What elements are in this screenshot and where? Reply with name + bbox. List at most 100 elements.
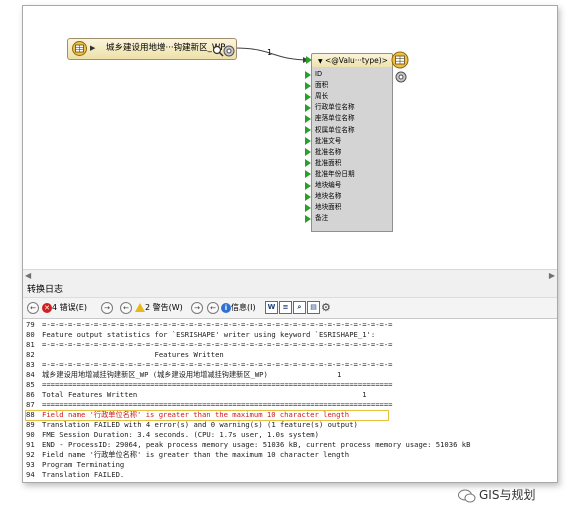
warning-icon	[135, 303, 145, 312]
gear-icon[interactable]	[223, 42, 235, 61]
warnings-filter-button[interactable]: 2 警告(W)	[135, 301, 183, 315]
writer-input-port[interactable]	[306, 56, 312, 64]
find-button[interactable]: ⌕	[293, 301, 306, 315]
scroll-left-icon[interactable]: ◀	[25, 271, 31, 280]
log-line-text: Program Terminating	[42, 460, 125, 469]
log-line: 91 END - ProcessID: 29064, peak process m…	[23, 440, 557, 450]
expand-toggle-icon[interactable]: ▶	[90, 44, 95, 52]
next-error-button[interactable]: →	[101, 301, 113, 315]
attribute-label: 地块面积	[315, 203, 342, 212]
chat-bubble-icon	[458, 489, 476, 503]
watermark-text: GIS与规划	[479, 488, 536, 502]
log-line-number: 91	[26, 440, 35, 449]
log-line-text: Field name '行政单位名称' is greater than the …	[42, 450, 350, 459]
log-line-text: END - ProcessID: 29064, peak process mem…	[42, 440, 471, 449]
info-icon: i	[221, 302, 231, 313]
attribute-label: 行政单位名称	[315, 103, 355, 112]
attribute-port[interactable]	[305, 214, 311, 223]
attribute-label: 备注	[315, 214, 329, 223]
log-line: 83 =-=-=-=-=-=-=-=-=-=-=-=-=-=-=-=-=-=-=-…	[23, 360, 557, 370]
attribute-label: 地块名称	[315, 192, 342, 201]
arrow-right-icon: →	[191, 301, 203, 314]
attribute-port[interactable]	[305, 192, 311, 201]
errors-filter-button[interactable]: ✕ 4 错误(E)	[42, 301, 87, 315]
fme-workbench-window: ▶ 城乡建设用地增···钩建新区_WP 1 ▼ <@Valu···type)> …	[22, 5, 558, 483]
scroll-right-icon[interactable]: ▶	[549, 271, 555, 280]
log-output[interactable]: 79 =-=-=-=-=-=-=-=-=-=-=-=-=-=-=-=-=-=-=-…	[23, 319, 557, 482]
arrow-left-icon: ←	[207, 301, 219, 314]
log-line-text: FME Session Duration: 3.4 seconds. (CPU:…	[42, 430, 319, 439]
attribute-port[interactable]	[305, 114, 311, 123]
attribute-port[interactable]	[305, 170, 311, 179]
log-line-number: 82	[26, 350, 35, 359]
log-line: 86 Total Features Written 1	[23, 390, 557, 400]
log-line-number: 84	[26, 370, 35, 379]
log-line: 85 ======================================…	[23, 380, 557, 390]
attribute-port[interactable]	[305, 203, 311, 212]
reader-node[interactable]: ▶ 城乡建设用地增···钩建新区_WP	[67, 38, 237, 60]
attribute-label: 权属单位名称	[315, 125, 355, 134]
prev-error-button[interactable]: ←	[27, 301, 39, 315]
log-line: 92 Field name '行政单位名称' is greater than th…	[23, 450, 557, 460]
attribute-port[interactable]	[305, 137, 311, 146]
prev-warning-button[interactable]: ←	[120, 301, 132, 315]
arrow-left-icon: ←	[27, 301, 39, 314]
next-warning-button[interactable]: →	[191, 301, 203, 315]
log-panel-title: 转换日志	[23, 282, 557, 298]
save-log-button[interactable]: ▤	[307, 301, 320, 315]
attribute-label: 批准面积	[315, 158, 342, 167]
log-line: 80 Feature output statistics for `ESRISHA…	[23, 330, 557, 340]
attribute-port[interactable]	[305, 126, 311, 134]
log-line-text: Translation FAILED.	[42, 470, 125, 479]
attribute-port[interactable]	[305, 103, 311, 112]
reader-label: 城乡建设用地增···钩建新区_WP	[106, 43, 226, 53]
log-line-text: 城乡建设用地增减挂钩建新区_WP (城乡建设用地增减挂钩建新区_WP) 1	[42, 370, 342, 379]
writer-gear-icon[interactable]	[395, 68, 407, 87]
log-line-number: 92	[26, 450, 35, 459]
table-icon	[72, 41, 87, 60]
attribute-port[interactable]	[305, 92, 311, 101]
log-line-number: 87	[26, 400, 35, 409]
log-line-text: =-=-=-=-=-=-=-=-=-=-=-=-=-=-=-=-=-=-=-=-…	[42, 320, 393, 329]
log-line: 82 Features Written	[23, 350, 557, 360]
watermark: GIS与规划	[458, 486, 535, 503]
log-toolbar: ← ✕ 4 错误(E) → ← 2 警告(W) → ← i 信息(I) W ≡ ⌕ …	[23, 298, 557, 319]
attribute-label: 批准文号	[315, 136, 342, 145]
log-line: 84 城乡建设用地增减挂钩建新区_WP (城乡建设用地增减挂钩建新区_WP) 1	[23, 370, 557, 380]
error-highlight-box	[25, 410, 389, 421]
workspace-canvas[interactable]: ▶ 城乡建设用地增···钩建新区_WP 1 ▼ <@Valu···type)> …	[23, 6, 557, 269]
log-line-text: Total Features Written 1	[42, 390, 367, 399]
log-line-number: 80	[26, 330, 35, 339]
word-wrap-button[interactable]: W	[265, 301, 278, 315]
log-line: 89 Translation FAILED with 4 error(s) and…	[23, 420, 557, 430]
warnings-count: 2	[145, 303, 151, 312]
attribute-port[interactable]	[305, 70, 311, 79]
attribute-port[interactable]	[305, 181, 311, 190]
info-filter-button[interactable]: i 信息(I)	[221, 301, 256, 315]
attribute-port[interactable]	[305, 81, 311, 90]
log-line: 81 =-=-=-=-=-=-=-=-=-=-=-=-=-=-=-=-=-=-=-…	[23, 340, 557, 350]
gear-icon: ⚙	[321, 301, 331, 314]
log-line-number: 86	[26, 390, 35, 399]
collapse-toggle-icon[interactable]: ▼	[318, 58, 323, 65]
errors-label: 错误(E)	[59, 303, 87, 312]
attribute-label: 周长	[315, 92, 329, 101]
prev-info-button[interactable]: ←	[207, 301, 219, 315]
log-line-number: 83	[26, 360, 35, 369]
attribute-label: ID	[315, 70, 323, 78]
attribute-port[interactable]	[305, 148, 311, 157]
info-label: 信息(I)	[231, 303, 256, 312]
log-line-text: =-=-=-=-=-=-=-=-=-=-=-=-=-=-=-=-=-=-=-=-…	[42, 360, 393, 369]
list-view-button[interactable]: ≡	[279, 301, 292, 315]
log-line-text: Translation FAILED with 4 error(s) and 0…	[42, 420, 358, 429]
log-line-number: 89	[26, 420, 35, 429]
horizontal-scrollbar[interactable]: ◀ ▶	[23, 269, 557, 282]
list-icon: ≡	[279, 301, 292, 314]
search-icon: ⌕	[293, 301, 306, 314]
connection-count: 1	[267, 48, 273, 57]
writer-type-label: <@Valu···type)>	[325, 56, 388, 65]
log-line-text: ========================================…	[42, 380, 393, 389]
attribute-port[interactable]	[305, 159, 311, 168]
log-settings-button[interactable]: ⚙	[321, 301, 331, 315]
attribute-label: 批准名称	[315, 147, 342, 156]
